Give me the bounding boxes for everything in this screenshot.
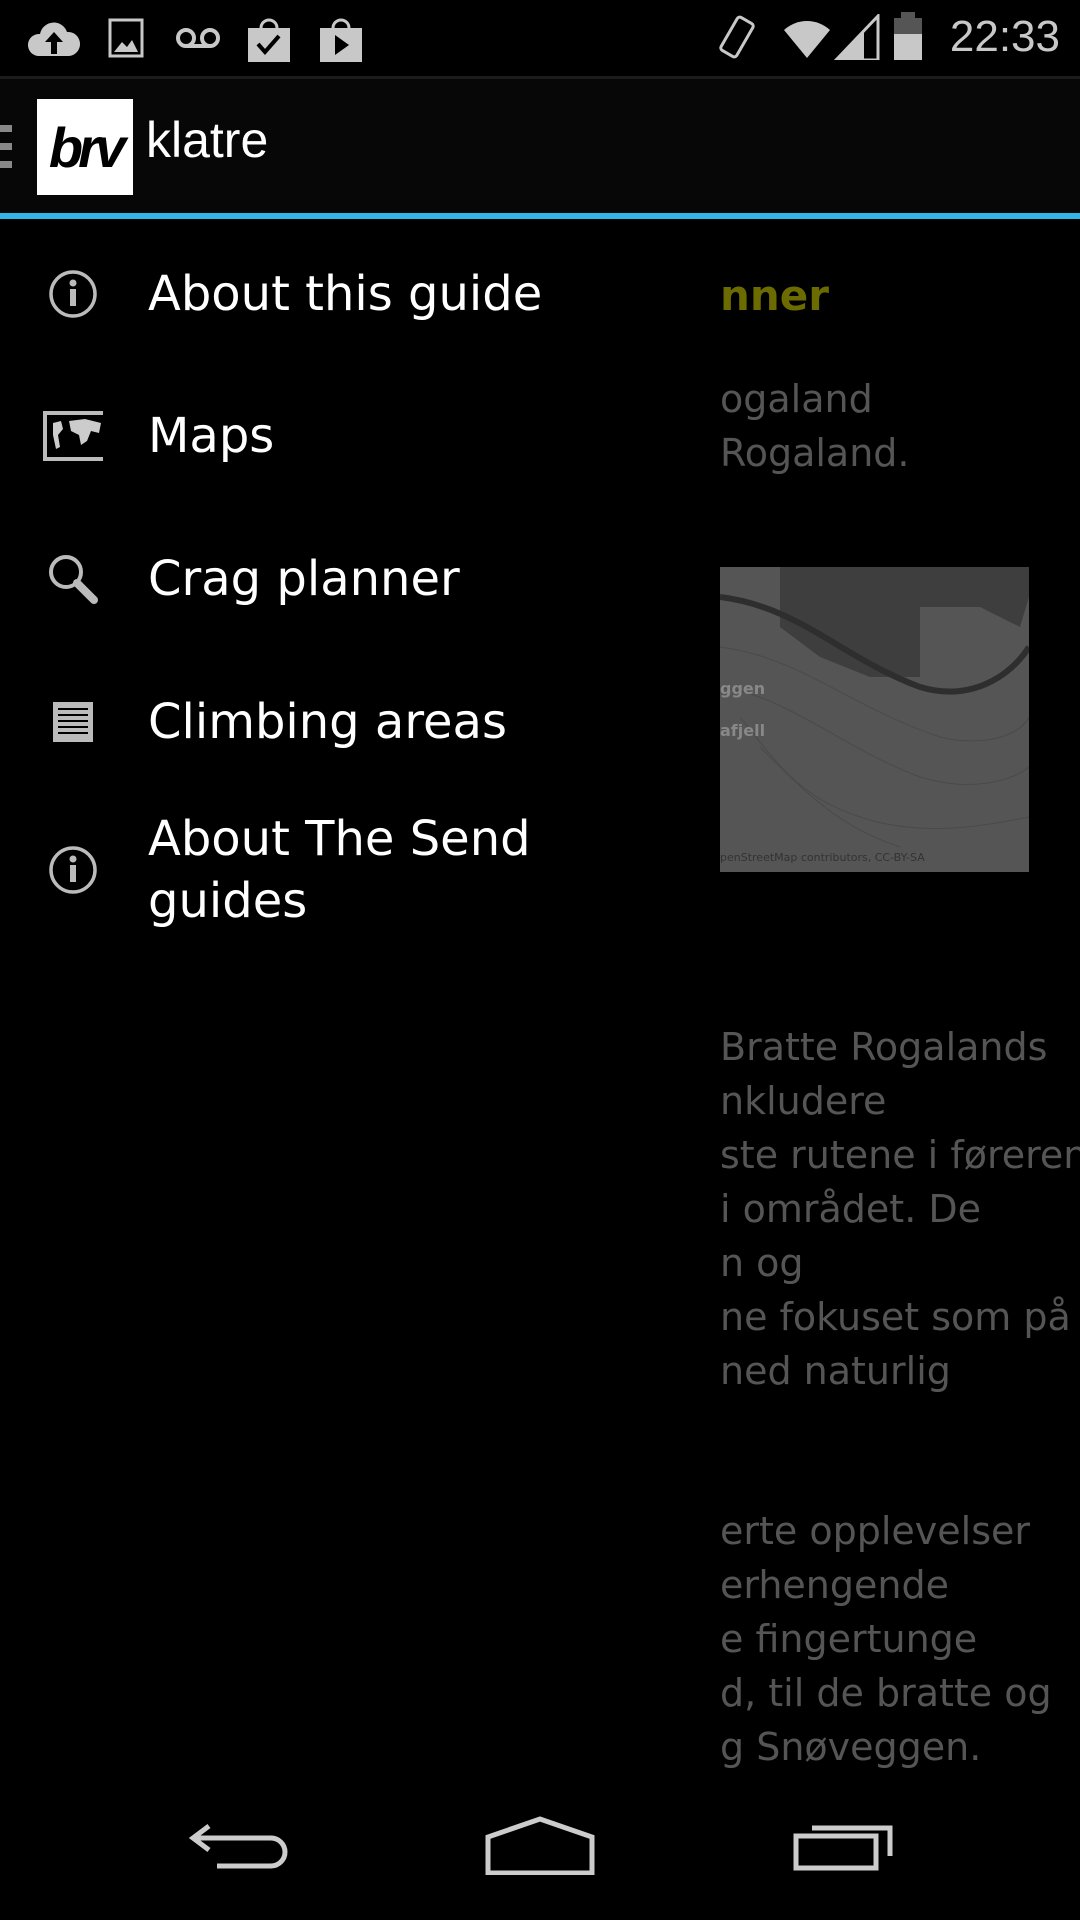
info-icon (43, 840, 103, 900)
paragraph-line: erte opplevelser (720, 1509, 1031, 1553)
intro-line: ogaland (720, 377, 873, 421)
recents-icon (793, 1825, 893, 1871)
wifi-icon (784, 21, 830, 58)
map-label: afjell (720, 721, 766, 740)
drawer-item-label: About this guide (148, 266, 543, 322)
paragraph-line: n og (720, 1241, 804, 1285)
drawer-item-label: Climbing areas (148, 694, 507, 750)
app-title: klatre (146, 112, 269, 168)
battery-icon (894, 12, 922, 60)
clock: 22:33 (949, 12, 1060, 61)
map-attribution: penStreetMap contributors, CC-BY-SA (720, 851, 925, 864)
rotate-icon (719, 15, 755, 59)
paragraph-line: d, til de bratte og (720, 1671, 1052, 1715)
drawer-item-climbing-areas[interactable]: Climbing areas (0, 687, 720, 757)
map-image[interactable]: ggen afjell penStreetMap contributors, C… (720, 567, 1029, 872)
back-button[interactable] (179, 1810, 299, 1880)
drawer-toggle-icon[interactable] (0, 125, 12, 169)
world-map-icon (43, 406, 103, 466)
paragraph-line: e fingertunge (720, 1617, 978, 1661)
drawer-item-crag-planner[interactable]: Crag planner (0, 544, 720, 614)
paragraph-line: ned naturlig (720, 1349, 951, 1393)
navigation-drawer: About this guide Maps Crag planner Climb… (0, 219, 720, 1770)
info-icon (43, 264, 103, 324)
signal-icon (834, 14, 880, 60)
app-logo[interactable]: brv (37, 99, 133, 195)
cloud-upload-icon (27, 22, 81, 56)
navigation-bar (0, 1770, 1080, 1920)
map-label: ggen (720, 679, 766, 698)
paragraph-line: ste rutene i føreren (720, 1133, 1080, 1177)
intro-line: Rogaland. (720, 431, 910, 475)
drawer-item-about-the-send-guides[interactable]: About The Send guides (0, 805, 720, 935)
drawer-item-label: Maps (148, 408, 275, 464)
paragraph-line: erhengende (720, 1563, 949, 1607)
paragraph-line: ne fokuset som på (720, 1295, 1071, 1339)
background-content: nner ogaland Rogaland. ggen afjell penSt… (720, 219, 1080, 1770)
drawer-item-label: About The Send guides (148, 811, 531, 929)
recents-button[interactable] (784, 1810, 904, 1880)
play-store-icon (320, 18, 362, 62)
list-icon (43, 692, 103, 752)
drawer-item-maps[interactable]: Maps (0, 401, 720, 471)
image-icon (108, 18, 144, 58)
content-heading: nner (720, 271, 829, 320)
paragraph-line: nkludere (720, 1079, 887, 1123)
action-bar: brv klatre (0, 79, 1080, 219)
home-icon (485, 1816, 595, 1875)
drawer-item-about-this-guide[interactable]: About this guide (0, 259, 720, 329)
search-icon (43, 549, 103, 609)
drawer-item-label: Crag planner (148, 551, 460, 607)
status-bar: 22:33 (0, 0, 1080, 79)
home-button[interactable] (480, 1810, 600, 1880)
paragraph-line: Bratte Rogalands (720, 1025, 1048, 1069)
task-bag-icon (248, 18, 290, 62)
paragraph-line: g Snøveggen. (720, 1725, 982, 1769)
paragraph-line: i området. De (720, 1187, 982, 1231)
back-icon (188, 1824, 288, 1869)
voicemail-icon (176, 28, 220, 48)
